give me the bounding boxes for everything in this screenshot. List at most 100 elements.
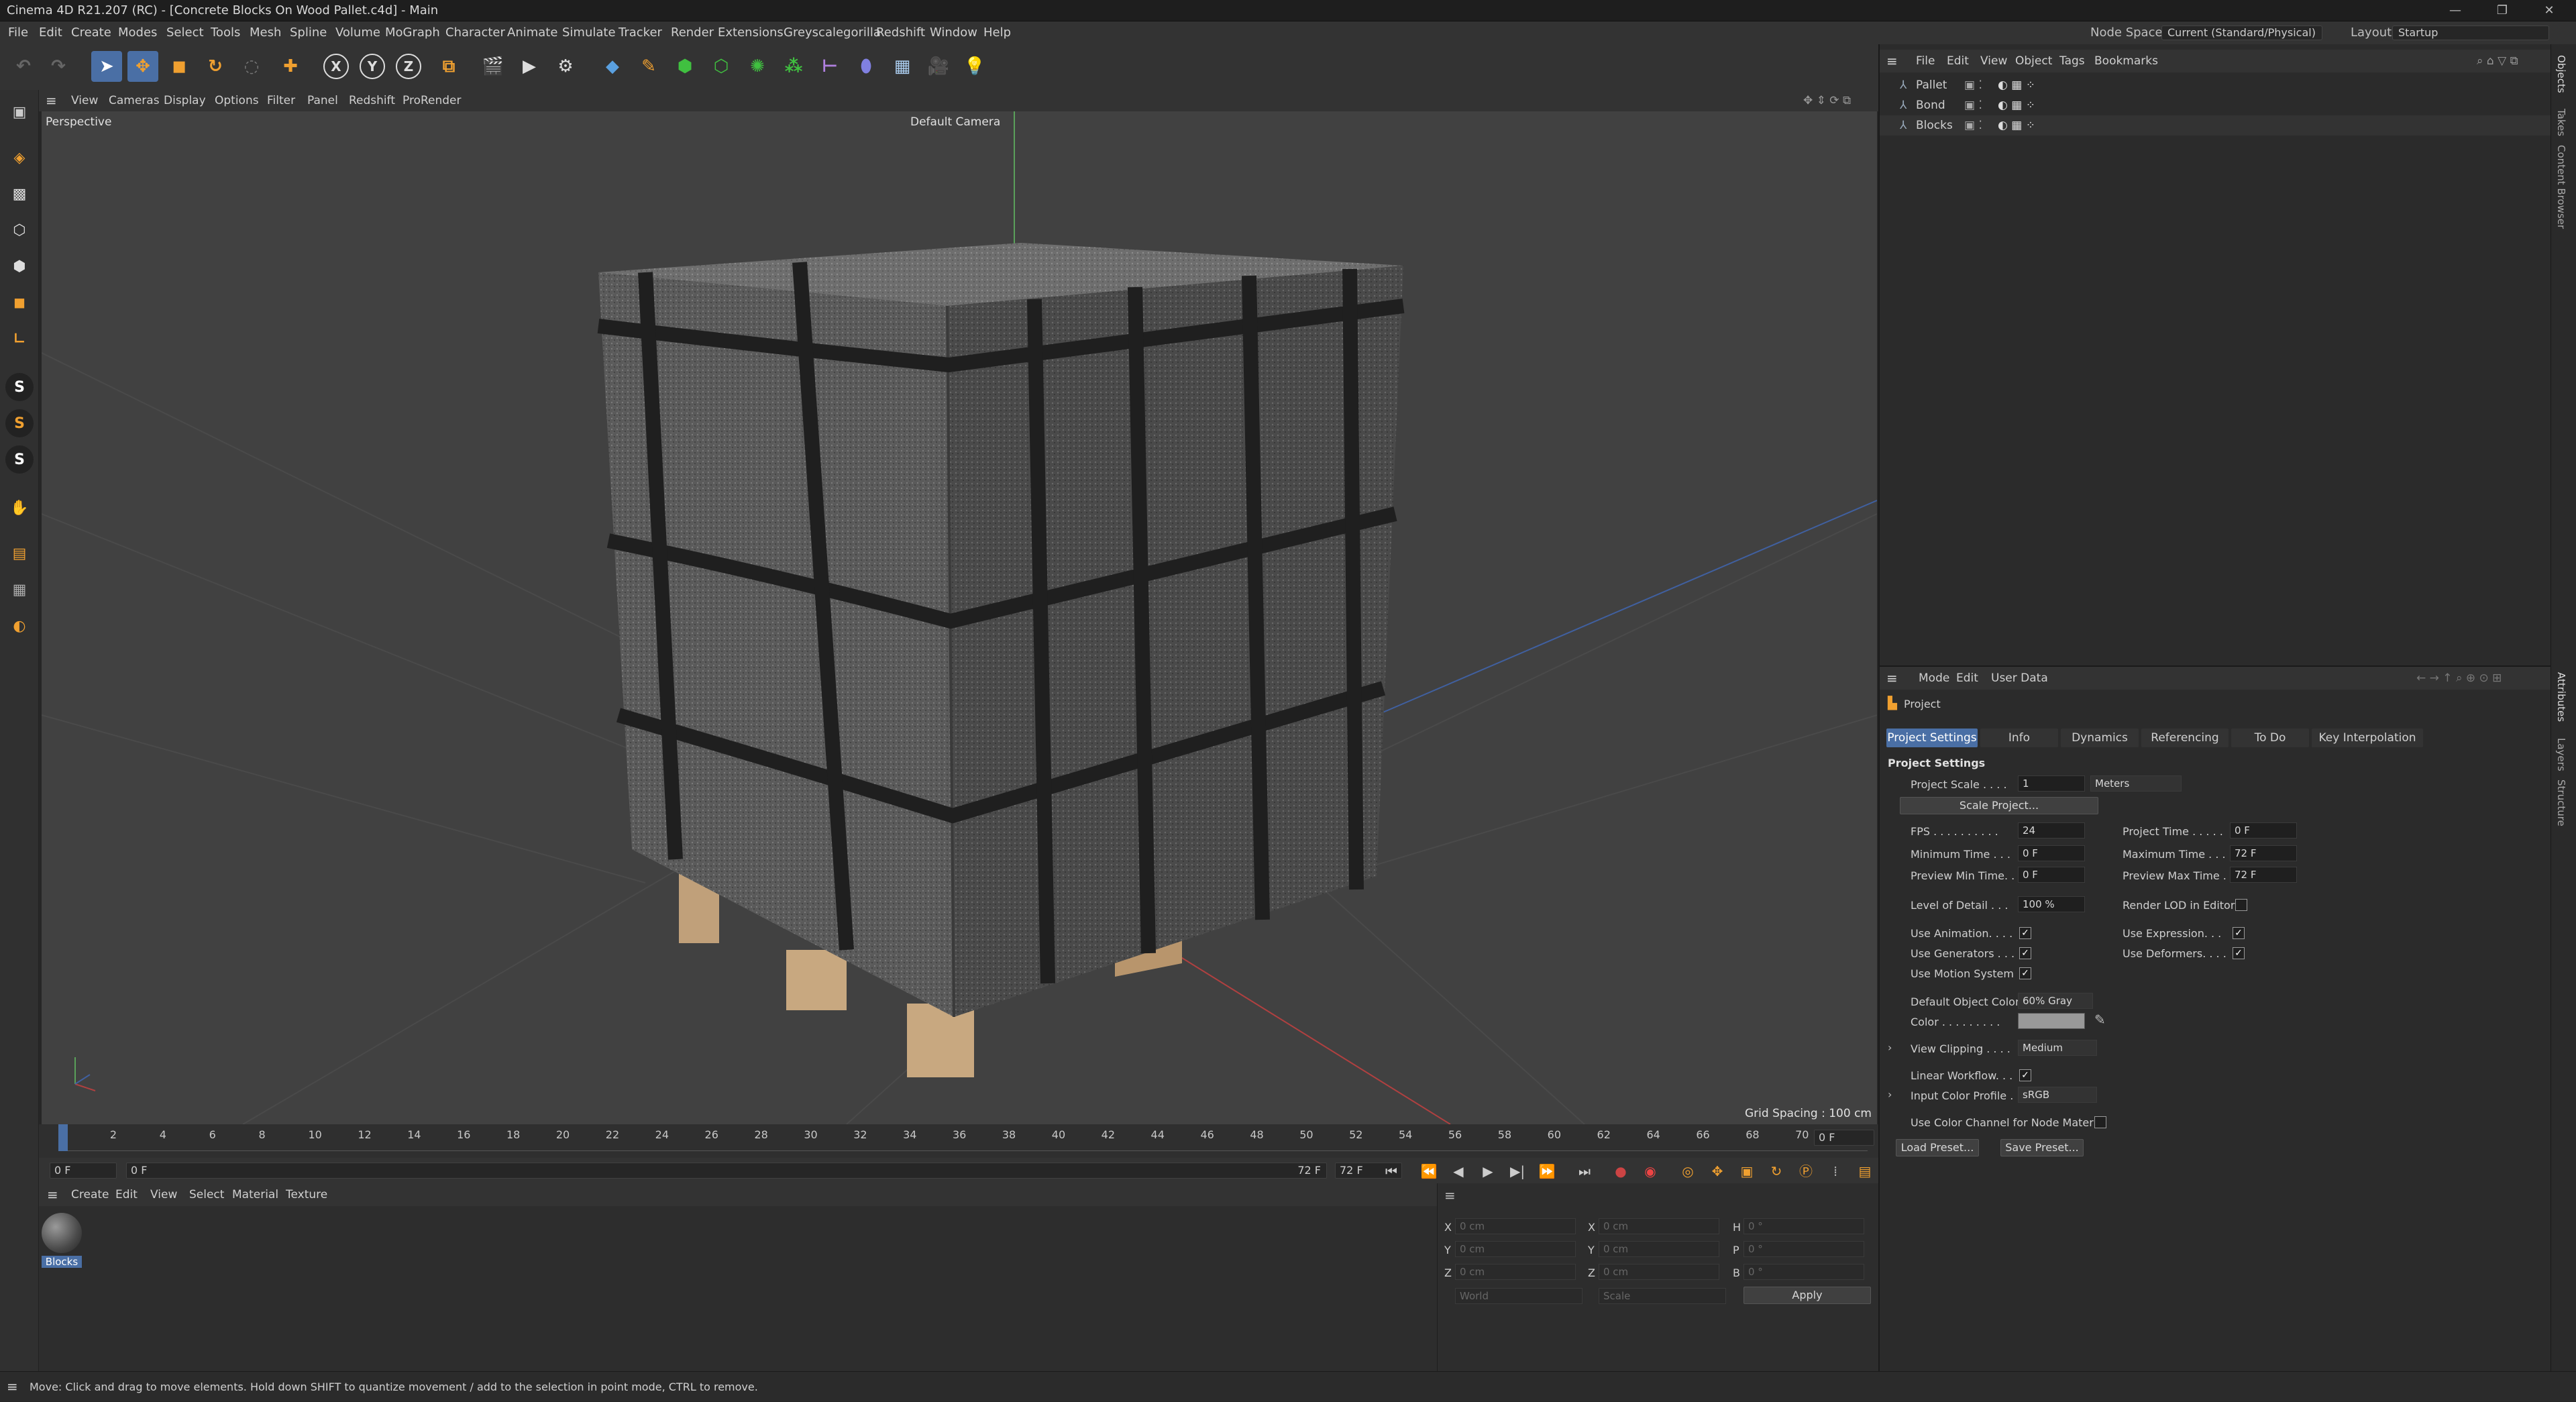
prev-frame-icon[interactable]: ◀ bbox=[1449, 1162, 1468, 1181]
rot-h-field[interactable]: 0 ° bbox=[1743, 1218, 1864, 1234]
field-icon[interactable]: ⬮ bbox=[851, 51, 881, 82]
menu-spline[interactable]: Spline bbox=[290, 21, 327, 44]
model-mode-icon[interactable]: ◈ bbox=[5, 144, 34, 172]
project-scale-unit-dropdown[interactable]: Meters bbox=[2090, 775, 2182, 792]
load-preset-button[interactable]: Load Preset... bbox=[1896, 1139, 1979, 1156]
material-swatch[interactable]: Blocks bbox=[42, 1213, 82, 1269]
side-tab-attributes[interactable]: Attributes bbox=[2555, 672, 2567, 722]
goto-start-icon[interactable]: ⏮ bbox=[1382, 1162, 1401, 1181]
pos-z-field[interactable]: 0 cm bbox=[1455, 1264, 1576, 1280]
3d-viewport[interactable]: Perspective Default Camera Grid Spacing … bbox=[42, 111, 1877, 1124]
object-tags-icons[interactable]: ◐ ▦ ⁘ bbox=[1998, 115, 2035, 136]
minimize-icon[interactable]: — bbox=[2435, 0, 2475, 21]
vp-menu-cameras[interactable]: Cameras bbox=[109, 90, 160, 111]
play-icon[interactable]: ▶ bbox=[1479, 1162, 1497, 1181]
menu-volume[interactable]: Volume bbox=[335, 21, 380, 44]
next-frame-icon[interactable]: ▶| bbox=[1508, 1162, 1527, 1181]
expand-arrow-icon[interactable]: › bbox=[1888, 1041, 1892, 1054]
next-key-icon[interactable]: ⏩ bbox=[1538, 1162, 1556, 1181]
menu-mesh[interactable]: Mesh bbox=[250, 21, 281, 44]
viewport-nav-icons[interactable]: ✥ ⇕ ⟳ ⧉ bbox=[1803, 90, 1851, 111]
obj-menu-view[interactable]: View bbox=[1980, 50, 2007, 72]
side-tab-content-browser[interactable]: Content Browser bbox=[2555, 145, 2567, 229]
menu-modes[interactable]: Modes bbox=[118, 21, 157, 44]
autokey-icon[interactable]: ◉ bbox=[1641, 1162, 1660, 1181]
timeline-window-icon[interactable]: ▤ bbox=[1856, 1162, 1874, 1181]
coordinate-system-icon[interactable]: ⧉ bbox=[433, 51, 464, 82]
obj-menu-tags[interactable]: Tags bbox=[2059, 50, 2085, 72]
timeline[interactable]: 0246810121416182022242628303234363840424… bbox=[39, 1124, 1878, 1158]
subdivision-icon[interactable]: ⬢ bbox=[669, 51, 700, 82]
vp-menu-view[interactable]: View bbox=[71, 90, 98, 111]
rotate-tool-icon[interactable]: ↻ bbox=[200, 51, 231, 82]
scale-key-icon[interactable]: ▣ bbox=[1737, 1162, 1756, 1181]
menu-redshift[interactable]: Redshift bbox=[876, 21, 925, 44]
mat-menu-create[interactable]: Create bbox=[71, 1183, 109, 1206]
floor-icon[interactable]: ▦ bbox=[887, 51, 918, 82]
mat-menu-select[interactable]: Select bbox=[189, 1183, 224, 1206]
menu-file[interactable]: File bbox=[8, 21, 28, 44]
create-tool-icon[interactable]: ✚ bbox=[275, 51, 306, 82]
vp-menu-prorender[interactable]: ProRender bbox=[402, 90, 462, 111]
timeline-ruler[interactable]: 0246810121416182022242628303234363840424… bbox=[60, 1124, 1868, 1151]
light-icon[interactable]: 💡 bbox=[959, 51, 990, 82]
side-tab-objects[interactable]: Objects bbox=[2555, 55, 2567, 93]
eyedropper-icon[interactable]: ✎ bbox=[2094, 1012, 2106, 1028]
menu-window[interactable]: Window bbox=[930, 21, 977, 44]
object-manager-tool-icons[interactable]: ⌕ ⌂ ▽ ⧉ bbox=[2477, 50, 2518, 72]
visibility-icons[interactable]: ▣ ⁚ bbox=[1964, 75, 1982, 95]
level-of-detail-field[interactable]: 100 % bbox=[2018, 896, 2085, 912]
node-space-dropdown[interactable]: Current (Standard/Physical) bbox=[2161, 25, 2322, 40]
hamburger-icon[interactable]: ≡ bbox=[46, 90, 57, 111]
object-row-blocks[interactable]: ⅄ Blocks ▣ ⁚ ◐ ▦ ⁘ bbox=[1880, 115, 2552, 136]
tab-key-interpolation[interactable]: Key Interpolation bbox=[2312, 729, 2423, 747]
current-frame-field[interactable]: 0 F bbox=[1814, 1130, 1874, 1146]
attr-menu-user-data[interactable]: User Data bbox=[1991, 667, 2048, 690]
use-animation-checkbox[interactable]: ✓ bbox=[2019, 927, 2031, 939]
attr-menu-mode[interactable]: Mode bbox=[1919, 667, 1949, 690]
attr-menu-edit[interactable]: Edit bbox=[1956, 667, 1978, 690]
menu-character[interactable]: Character bbox=[445, 21, 505, 44]
menu-extensions[interactable]: Extensions bbox=[718, 21, 784, 44]
position-key-icon[interactable]: ✥ bbox=[1708, 1162, 1727, 1181]
object-row-bond[interactable]: ⅄ Bond ▣ ⁚ ◐ ▦ ⁘ bbox=[1880, 95, 2552, 115]
edges-mode-icon[interactable]: ⬢ bbox=[5, 252, 34, 280]
hamburger-icon[interactable]: ≡ bbox=[1886, 50, 1898, 72]
tab-info[interactable]: Info bbox=[1980, 729, 2058, 747]
menu-mograph[interactable]: MoGraph bbox=[385, 21, 440, 44]
obj-menu-file[interactable]: File bbox=[1916, 50, 1935, 72]
render-settings-icon[interactable]: ⚙ bbox=[550, 51, 581, 82]
rotation-key-icon[interactable]: ↻ bbox=[1767, 1162, 1786, 1181]
side-tab-takes[interactable]: Takes bbox=[2555, 109, 2567, 136]
cloner-icon[interactable]: ✺ bbox=[742, 51, 773, 82]
menu-help[interactable]: Help bbox=[983, 21, 1011, 44]
deformer-icon[interactable]: ⊢ bbox=[814, 51, 845, 82]
project-scale-field[interactable]: 1 bbox=[2018, 775, 2085, 792]
live-selection-icon[interactable]: ◌ bbox=[236, 51, 267, 82]
save-preset-button[interactable]: Save Preset... bbox=[2000, 1139, 2084, 1156]
vp-menu-redshift[interactable]: Redshift bbox=[349, 90, 395, 111]
preview-range-slider[interactable]: 0 F 72 F bbox=[126, 1163, 1327, 1179]
render-region-icon[interactable]: 🎬 bbox=[478, 51, 508, 82]
visibility-icons[interactable]: ▣ ⁚ bbox=[1964, 115, 1982, 136]
use-expression-checkbox[interactable]: ✓ bbox=[2233, 927, 2245, 939]
workplane-snap-icon[interactable]: S bbox=[5, 445, 34, 474]
obj-menu-object[interactable]: Object bbox=[2015, 50, 2052, 72]
mat-menu-material[interactable]: Material bbox=[232, 1183, 278, 1206]
hamburger-icon[interactable]: ≡ bbox=[7, 1372, 18, 1402]
polygons-mode-icon[interactable]: ◼ bbox=[5, 288, 34, 317]
menu-create[interactable]: Create bbox=[71, 21, 111, 44]
scale-tool-icon[interactable]: ◼ bbox=[164, 51, 195, 82]
menu-animate[interactable]: Animate bbox=[507, 21, 557, 44]
timeline-playhead[interactable] bbox=[58, 1124, 68, 1151]
vp-menu-panel[interactable]: Panel bbox=[307, 90, 338, 111]
camera-label[interactable]: Default Camera bbox=[910, 115, 1000, 129]
tab-referencing[interactable]: Referencing bbox=[2141, 729, 2229, 747]
record-icon[interactable]: ● bbox=[1611, 1162, 1630, 1181]
cube-icon[interactable]: ◆ bbox=[597, 51, 628, 82]
menu-greyscalegorilla[interactable]: Greyscalegorilla bbox=[784, 21, 881, 44]
preview-max-time-field[interactable]: 72 F bbox=[2230, 867, 2297, 883]
tab-to-do[interactable]: To Do bbox=[2231, 729, 2309, 747]
texture-mode-icon[interactable]: ▩ bbox=[5, 180, 34, 208]
preview-min-time-field[interactable]: 0 F bbox=[2018, 867, 2085, 883]
